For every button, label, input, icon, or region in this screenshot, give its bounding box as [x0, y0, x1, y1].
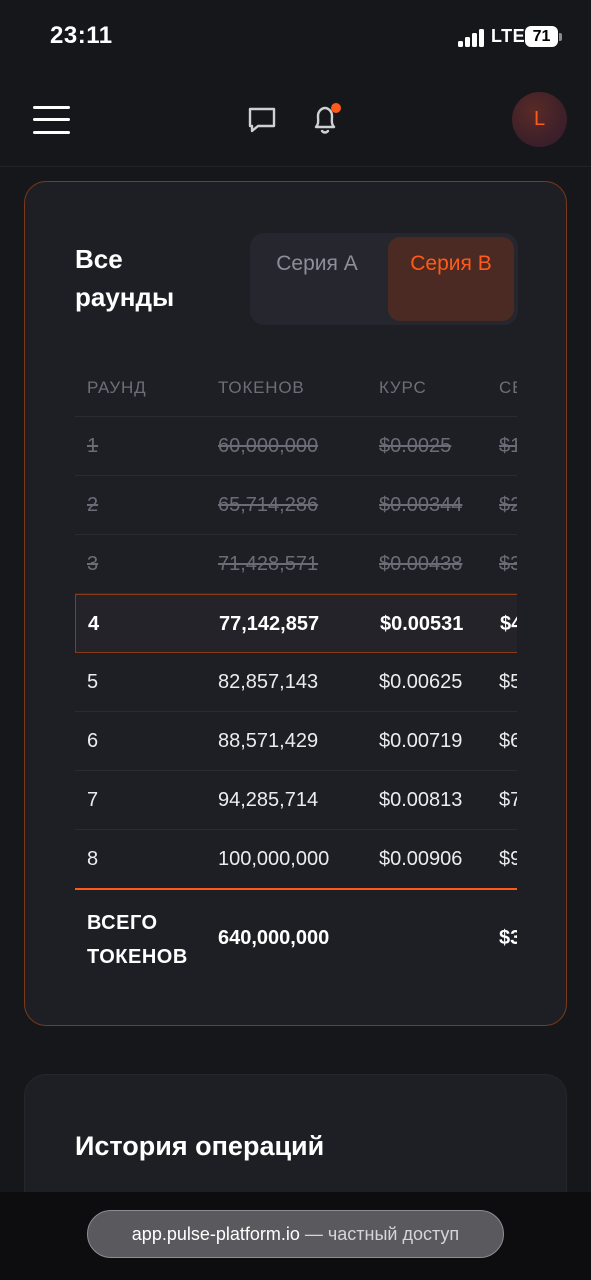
table-header-row: РАУНД ТОКЕНОВ КУРС СБ [75, 358, 517, 417]
round-amount: $6 [499, 730, 517, 752]
total-label-line2: ТОКЕНОВ [87, 946, 188, 968]
round-amount: $2 [499, 494, 517, 516]
rounds-card: Все раунды Серия А Серия В РАУНД ТОКЕНОВ… [24, 181, 567, 1026]
round-rate: $0.00344 [379, 494, 463, 516]
battery-icon: 71 [525, 26, 558, 47]
signal-strength-icon [458, 29, 486, 47]
table-row: 2 65,714,286 $0.00344 $2 [75, 476, 517, 535]
round-rate: $0.00719 [379, 730, 463, 752]
total-tokens-value: 640,000,000 [218, 927, 330, 949]
round-tokens: 88,571,429 [218, 730, 319, 752]
series-toggle: Серия А Серия В [250, 233, 518, 325]
round-number: 1 [87, 435, 99, 457]
status-time: 23:11 [50, 22, 113, 49]
round-rate: $0.00813 [379, 789, 463, 811]
hamburger-menu-icon[interactable] [33, 106, 70, 134]
round-number: 6 [87, 730, 99, 752]
table-row-current: 4 77,142,857 $0.00531 $4 [75, 594, 517, 653]
round-number: 5 [87, 671, 99, 693]
table-row: 7 94,285,714 $0.00813 $7 [75, 771, 517, 830]
total-label-line1: ВСЕГО [87, 912, 158, 934]
total-row: ВСЕГО ТОКЕНОВ 640,000,000 $3 [75, 890, 517, 978]
bell-icon[interactable] [310, 102, 342, 136]
round-number: 2 [87, 494, 99, 516]
total-label: ВСЕГО ТОКЕНОВ [87, 906, 188, 974]
column-header-amount: СБ [499, 378, 517, 397]
column-header-tokens: ТОКЕНОВ [218, 378, 305, 397]
round-rate: $0.00906 [379, 848, 463, 870]
round-amount: $5 [499, 671, 517, 693]
round-tokens: 77,142,857 [219, 613, 320, 635]
round-number: 3 [87, 553, 99, 575]
round-tokens: 94,285,714 [218, 789, 319, 811]
round-amount: $3 [499, 553, 517, 575]
table-row: 5 82,857,143 $0.00625 $5 [75, 653, 517, 712]
round-amount: $4 [500, 613, 517, 635]
round-number: 4 [88, 613, 100, 635]
round-tokens: 100,000,000 [218, 848, 330, 870]
column-header-rate: КУРС [379, 378, 427, 397]
battery-tip [559, 33, 562, 41]
round-tokens: 71,428,571 [218, 553, 319, 575]
round-rate: $0.00531 [380, 613, 464, 635]
url-private-note: частный доступ [327, 1224, 460, 1244]
table-row: 1 60,000,000 $0.0025 $1 [75, 417, 517, 476]
avatar[interactable]: L [512, 92, 567, 147]
status-bar: 23:11 LTE 71 [0, 0, 591, 76]
round-rate: $0.00438 [379, 553, 463, 575]
network-type: LTE [491, 26, 526, 46]
round-amount: $7 [499, 789, 517, 811]
series-b-tab[interactable]: Серия В [388, 237, 514, 321]
total-amount-value: $3 [499, 927, 517, 949]
round-rate: $0.00625 [379, 671, 463, 693]
round-number: 7 [87, 789, 99, 811]
round-tokens: 60,000,000 [218, 435, 319, 457]
table-row: 8 100,000,000 $0.00906 $9 [75, 830, 517, 889]
round-amount: $1 [499, 435, 517, 457]
url-bar[interactable]: app.pulse-platform.io — частный доступ [87, 1210, 504, 1258]
table-row: 3 71,428,571 $0.00438 $3 [75, 535, 517, 594]
history-title: История операций [75, 1131, 325, 1161]
table-row: 6 88,571,429 $0.00719 $6 [75, 712, 517, 771]
round-tokens: 82,857,143 [218, 671, 319, 693]
notification-dot [331, 103, 341, 113]
url-separator: — [299, 1224, 328, 1244]
round-tokens: 65,714,286 [218, 494, 319, 516]
round-number: 8 [87, 848, 99, 870]
round-amount: $9 [499, 848, 517, 870]
url-domain: app.pulse-platform.io [131, 1224, 300, 1244]
app-header: L [0, 76, 591, 167]
column-header-round: РАУНД [87, 378, 147, 397]
rounds-table[interactable]: РАУНД ТОКЕНОВ КУРС СБ 1 60,000,000 $0.00… [75, 358, 517, 978]
series-a-tab[interactable]: Серия А [254, 237, 380, 321]
rounds-card-title: Все раунды [75, 244, 175, 312]
chat-bubble-icon[interactable] [246, 104, 278, 136]
round-rate: $0.0025 [379, 435, 452, 457]
app-screen: 23:11 LTE 71 L Все раунды Серия А Серия … [0, 0, 591, 1280]
browser-bottom-bar: app.pulse-platform.io — частный доступ [0, 1192, 591, 1280]
